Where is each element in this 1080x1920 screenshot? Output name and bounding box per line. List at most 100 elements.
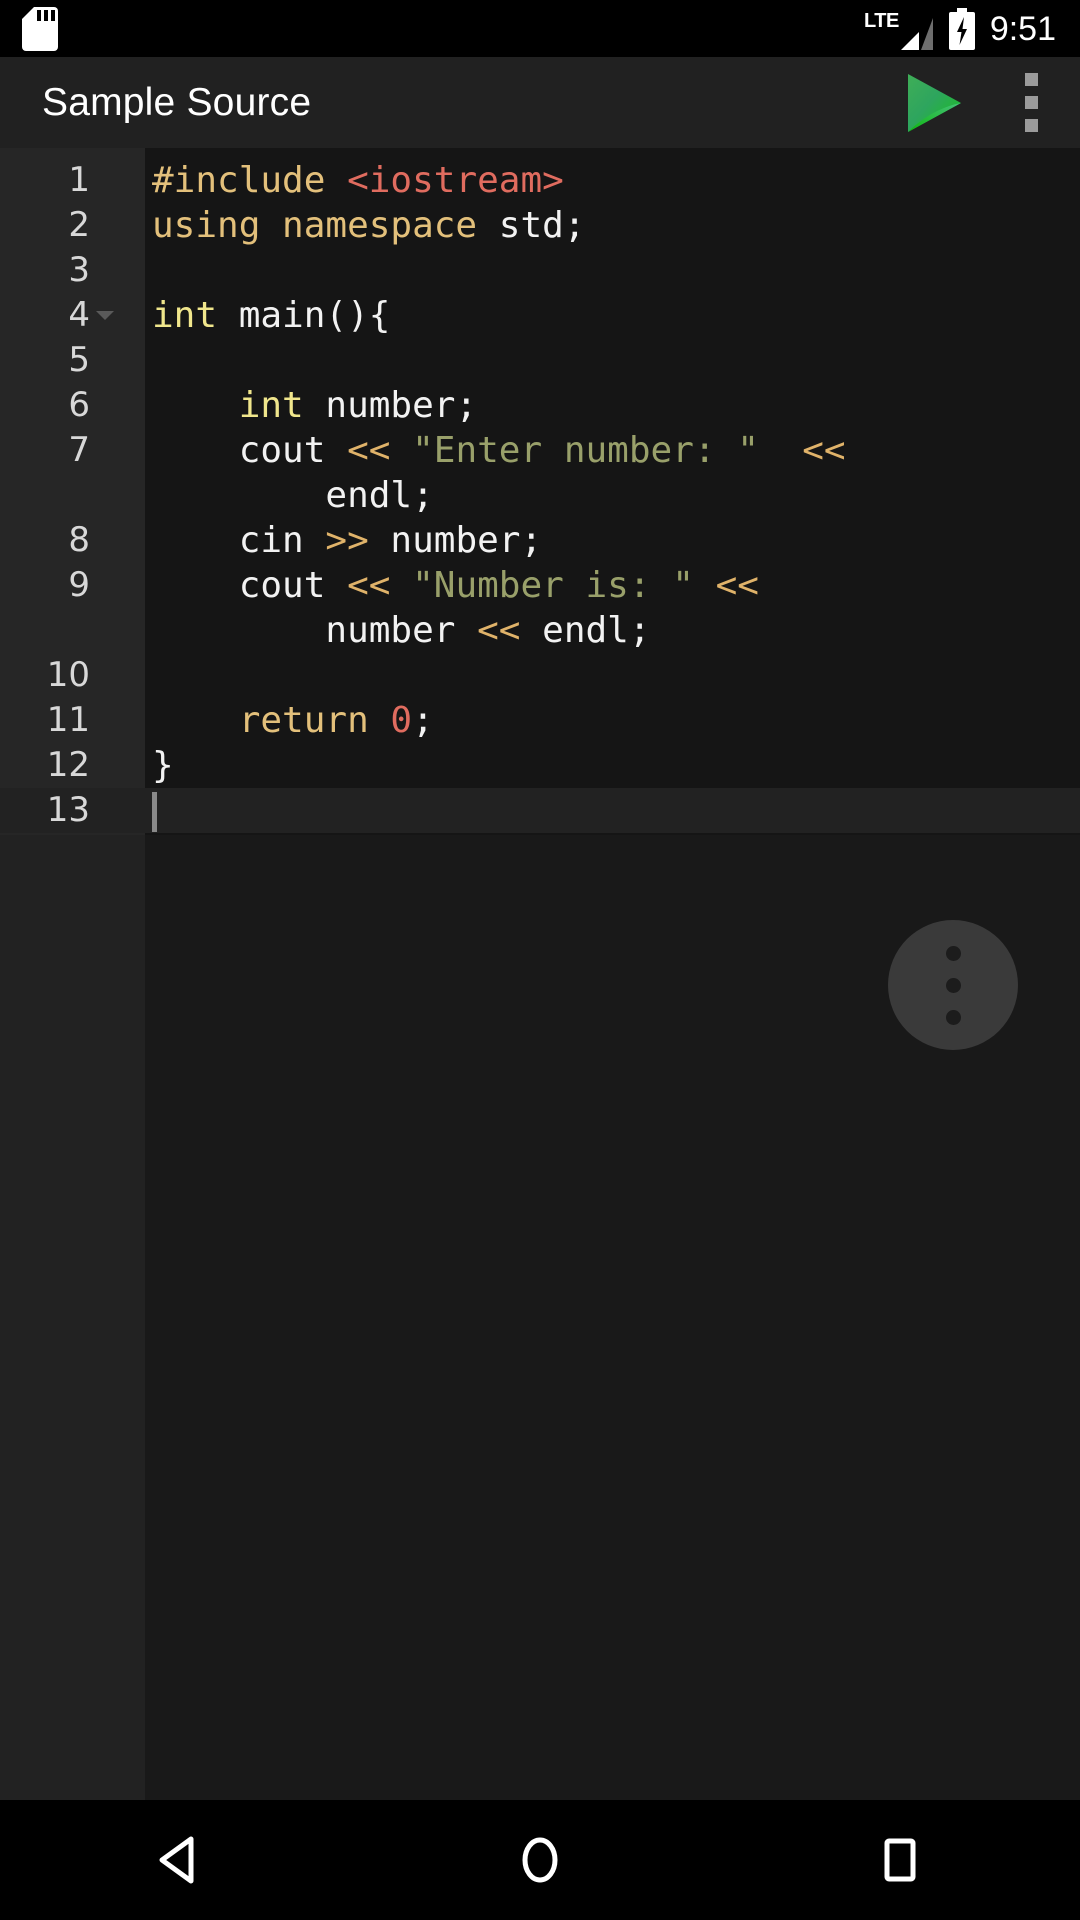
code-token: return [238, 700, 391, 741]
line-number: 1 [68, 160, 90, 200]
code-line[interactable]: 4 int main(){ [0, 293, 1080, 338]
code-token: main(){ [238, 295, 391, 336]
home-circle-icon [522, 1837, 558, 1883]
floating-options-button[interactable] [888, 920, 1018, 1050]
line-content[interactable]: using namespace std; [152, 203, 585, 248]
line-number: 4 [68, 295, 90, 335]
back-triangle-icon [159, 1836, 194, 1884]
code-token: cout [152, 565, 348, 606]
code-token: int [238, 385, 326, 426]
signal-bars-icon [900, 17, 933, 50]
code-line[interactable]: 3 [0, 248, 1080, 293]
code-token: << [347, 430, 413, 471]
status-clock: 9:51 [989, 9, 1056, 48]
code-line[interactable]: 10 [0, 653, 1080, 698]
fab-dot [945, 945, 961, 961]
nav-home-button[interactable] [445, 1800, 635, 1920]
editor-surface[interactable]: 1 #include <iostream> 2 using namespace std… [0, 148, 1080, 835]
code-token: << [802, 430, 846, 471]
line-content[interactable]: return 0; [152, 698, 434, 743]
code-token: int [152, 295, 239, 336]
status-bar: LTE 9:51 [0, 0, 1080, 57]
code-token: << [715, 565, 759, 606]
line-number: 8 [68, 520, 90, 560]
line-content[interactable]: } [152, 743, 174, 788]
line-content[interactable]: #include <iostream> [152, 158, 564, 203]
navigation-bar [0, 1800, 1080, 1920]
status-indicators: LTE 9:51 [864, 7, 1056, 51]
line-content[interactable]: number << endl; [152, 608, 651, 653]
text-cursor [152, 792, 157, 832]
run-button[interactable] [886, 57, 982, 148]
line-number: 3 [68, 250, 90, 290]
code-line[interactable]: 7 cout << "Enter number: " << [0, 428, 1080, 473]
fab-dot [945, 977, 961, 993]
code-line[interactable]: number << endl; [0, 608, 1080, 653]
code-token: cin [152, 520, 326, 561]
line-number: 9 [68, 565, 90, 605]
code-token: endl; [542, 610, 651, 651]
line-content[interactable]: cout << "Enter number: " << [152, 428, 846, 473]
line-content[interactable]: cout << "Number is: " << [152, 563, 759, 608]
line-content[interactable]: cin >> number; [152, 518, 542, 563]
code-line[interactable]: 1 #include <iostream> [0, 158, 1080, 203]
code-token: "Enter number: " [412, 430, 759, 471]
code-token: endl; [152, 475, 434, 516]
code-token: << [477, 610, 543, 651]
network-label: LTE [864, 9, 899, 32]
line-number: 7 [68, 430, 90, 470]
page-title: Sample Source [42, 80, 312, 124]
line-content[interactable]: int main(){ [152, 293, 390, 338]
line-content[interactable]: int number; [152, 383, 477, 428]
code-token: number [152, 610, 478, 651]
code-token: using namespace [152, 205, 499, 246]
line-content[interactable]: endl; [152, 473, 434, 518]
line-number: 10 [46, 655, 90, 695]
line-number: 2 [68, 205, 90, 245]
recents-square-icon [884, 1838, 916, 1882]
code-line[interactable]: 13 [0, 788, 1080, 833]
play-icon [908, 73, 961, 132]
code-token: number; [325, 385, 478, 426]
app-bar: Sample Source [0, 57, 1080, 148]
code-line[interactable]: 2 using namespace std; [0, 203, 1080, 248]
code-token: >> [325, 520, 391, 561]
fab-dot [945, 1009, 961, 1025]
code-token: ; [412, 700, 434, 741]
code-token: number; [390, 520, 543, 561]
line-number: 12 [46, 745, 90, 785]
code-token: <iostream> [347, 160, 564, 201]
code-line[interactable]: 11 return 0; [0, 698, 1080, 743]
code-line[interactable]: endl; [0, 473, 1080, 518]
sd-card-icon [22, 6, 58, 51]
code-line[interactable]: 5 [0, 338, 1080, 383]
line-number: 5 [68, 340, 90, 380]
code-token: #include [152, 160, 348, 201]
code-token: std; [498, 205, 586, 246]
nav-recents-button[interactable] [805, 1800, 995, 1920]
editor-empty-gutter [0, 835, 145, 1800]
battery-charging-icon [948, 7, 975, 50]
code-line[interactable]: 8 cin >> number; [0, 518, 1080, 563]
code-fold-toggle[interactable] [96, 311, 114, 320]
code-token: 0 [390, 700, 413, 741]
overflow-menu-button[interactable] [982, 57, 1080, 148]
app-bar-actions [886, 57, 1080, 148]
line-number: 13 [46, 790, 90, 830]
network-status: LTE [864, 7, 934, 51]
code-token: "Number is: " [412, 565, 694, 606]
overflow-dot [1024, 96, 1038, 109]
code-line[interactable]: 12} [0, 743, 1080, 788]
code-token: } [152, 745, 174, 786]
code-token: cout [152, 430, 348, 471]
code-line[interactable]: 9 cout << "Number is: " << [0, 563, 1080, 608]
code-line[interactable]: 6 int number; [0, 383, 1080, 428]
line-number: 11 [46, 700, 90, 740]
nav-back-button[interactable] [85, 1800, 275, 1920]
code-token: << [347, 565, 413, 606]
overflow-dot [1024, 73, 1038, 86]
